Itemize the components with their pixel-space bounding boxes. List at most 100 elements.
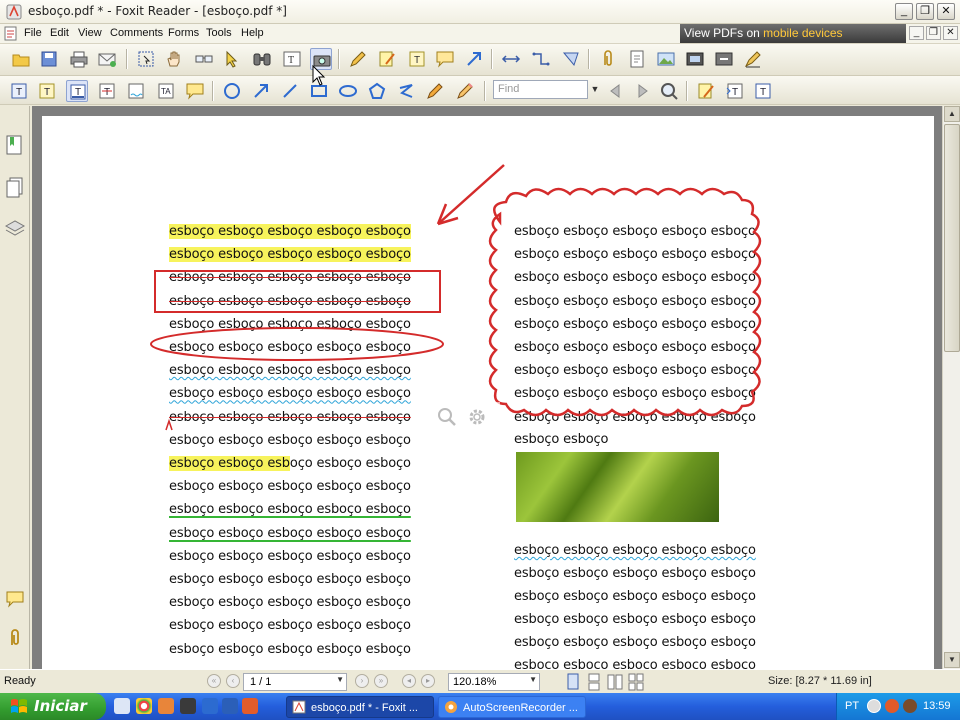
next-page-button[interactable]: ›	[355, 674, 369, 688]
arrow-tool-button[interactable]	[463, 48, 485, 70]
typewriter-button[interactable]: T	[406, 48, 428, 70]
scroll-thumb[interactable]	[944, 124, 960, 352]
sound-tool-button[interactable]	[713, 48, 735, 70]
ie-quicklaunch-icon[interactable]	[114, 698, 130, 714]
binoculars-button[interactable]	[251, 48, 273, 70]
tray-expand-icon[interactable]	[867, 699, 881, 713]
menu-tools[interactable]: Tools	[206, 27, 232, 39]
chrome-quicklaunch-icon[interactable]	[136, 698, 152, 714]
bookmarks-icon[interactable]	[4, 134, 26, 158]
comments-panel-icon[interactable]	[4, 588, 26, 612]
search-button[interactable]	[658, 80, 680, 102]
find-previous-button[interactable]	[604, 80, 626, 102]
callout-button[interactable]	[434, 48, 456, 70]
text-viewer-button[interactable]: T	[281, 48, 303, 70]
document-icon[interactable]	[4, 26, 18, 41]
squiggly-tool-button[interactable]	[125, 80, 147, 102]
strikeout-tool-button[interactable]: T	[96, 80, 118, 102]
magnifier-icon[interactable]	[436, 406, 458, 428]
menu-comments[interactable]: Comments	[110, 27, 163, 39]
typewriter-edit-button[interactable]	[695, 80, 717, 102]
start-button[interactable]: Iniciar	[0, 693, 106, 720]
menu-help[interactable]: Help	[241, 27, 264, 39]
zoom-glasses-button[interactable]	[193, 48, 215, 70]
doc-close-button[interactable]: ✕	[943, 26, 958, 40]
doc-restore-button[interactable]: ❐	[926, 26, 941, 40]
polygon-tool-button[interactable]	[366, 80, 388, 102]
last-page-button[interactable]: »	[374, 674, 388, 688]
ellipse-tool-button[interactable]	[337, 80, 359, 102]
attach-file-button[interactable]	[597, 48, 619, 70]
image-tool-button[interactable]	[655, 48, 677, 70]
go-forward-button[interactable]: ▸	[421, 674, 435, 688]
continuous-facing-icon[interactable]	[628, 673, 644, 691]
sign-tool-button[interactable]	[742, 48, 764, 70]
tray-network-icon[interactable]	[903, 699, 917, 713]
snapshot-button[interactable]	[310, 48, 332, 70]
email-button[interactable]	[96, 48, 118, 70]
maximize-button[interactable]: ❐	[916, 3, 934, 20]
scroll-down-button[interactable]: ▼	[944, 652, 960, 668]
area-tool-button[interactable]	[560, 48, 582, 70]
minimize-button[interactable]: _	[895, 3, 913, 20]
print-button[interactable]	[68, 48, 90, 70]
layers-icon[interactable]	[4, 216, 26, 240]
hand-tool-button[interactable]	[163, 48, 185, 70]
continuous-page-icon[interactable]	[586, 673, 602, 691]
typewriter-tool-button[interactable]: T	[36, 80, 58, 102]
menu-forms[interactable]: Forms	[168, 27, 199, 39]
close-button[interactable]: ✕	[937, 3, 955, 20]
task-autoscreenrecorder[interactable]: AutoScreenRecorder ...	[438, 696, 586, 718]
eraser-tool-button[interactable]	[454, 80, 476, 102]
select-area-button[interactable]	[135, 48, 157, 70]
page-number-input[interactable]: 1 / 1 ▼	[243, 673, 347, 691]
select-text-button[interactable]	[221, 48, 243, 70]
polyline-tool-button[interactable]	[395, 80, 417, 102]
save-button[interactable]	[38, 48, 60, 70]
doc-minimize-button[interactable]: _	[909, 26, 924, 40]
replace-text-button[interactable]: TA	[155, 80, 177, 102]
rectangle-tool-button[interactable]	[308, 80, 330, 102]
word-quicklaunch-icon[interactable]	[222, 698, 238, 714]
facing-pages-icon[interactable]	[607, 673, 623, 691]
text-frame-button[interactable]: T	[752, 80, 774, 102]
text-box-tool-button[interactable]: T	[8, 80, 30, 102]
menu-edit[interactable]: Edit	[50, 27, 69, 39]
note-tool-button[interactable]	[376, 48, 398, 70]
pages-thumbnails-icon[interactable]	[4, 176, 26, 200]
previous-page-button[interactable]: ‹	[226, 674, 240, 688]
movie-tool-button[interactable]	[684, 48, 706, 70]
attachments-panel-icon[interactable]	[4, 626, 26, 650]
go-back-button[interactable]: ◂	[402, 674, 416, 688]
first-page-button[interactable]: «	[207, 674, 221, 688]
open-button[interactable]	[10, 48, 32, 70]
gear-icon[interactable]	[466, 406, 488, 428]
perimeter-tool-button[interactable]	[530, 48, 552, 70]
annotation-tool-button[interactable]	[347, 48, 369, 70]
circle-tool-button[interactable]	[221, 80, 243, 102]
vertical-scrollbar[interactable]: ▲ ▼	[942, 106, 960, 669]
find-options-dropdown[interactable]: ▼	[589, 80, 601, 99]
media-player-quicklaunch-icon[interactable]	[202, 698, 218, 714]
line-tool-button[interactable]	[279, 80, 301, 102]
app-quicklaunch-icon[interactable]	[242, 698, 258, 714]
find-input[interactable]: Find	[493, 80, 588, 99]
mobile-promo-banner[interactable]: View PDFs on mobile devices	[680, 24, 906, 43]
highlight-tool-button[interactable]: T	[66, 80, 88, 102]
text-align-button[interactable]: T	[724, 80, 746, 102]
firefox-quicklaunch-icon[interactable]	[158, 698, 174, 714]
single-page-icon[interactable]	[565, 673, 581, 691]
zoom-input[interactable]: 120.18% ▼	[448, 673, 540, 691]
menu-view[interactable]: View	[78, 27, 102, 39]
comment-note-button[interactable]	[184, 80, 206, 102]
language-indicator[interactable]: PT	[845, 700, 859, 712]
scroll-up-button[interactable]: ▲	[944, 106, 960, 122]
attach-doc-button[interactable]	[626, 48, 648, 70]
distance-tool-button[interactable]	[500, 48, 522, 70]
task-foxit[interactable]: esboço.pdf * - Foxit ...	[286, 696, 434, 718]
media-quicklaunch-icon[interactable]	[180, 698, 196, 714]
find-next-button[interactable]	[632, 80, 654, 102]
tray-app-icon[interactable]	[885, 699, 899, 713]
pencil-tool-button[interactable]	[424, 80, 446, 102]
arrow-draw-button[interactable]	[250, 80, 272, 102]
